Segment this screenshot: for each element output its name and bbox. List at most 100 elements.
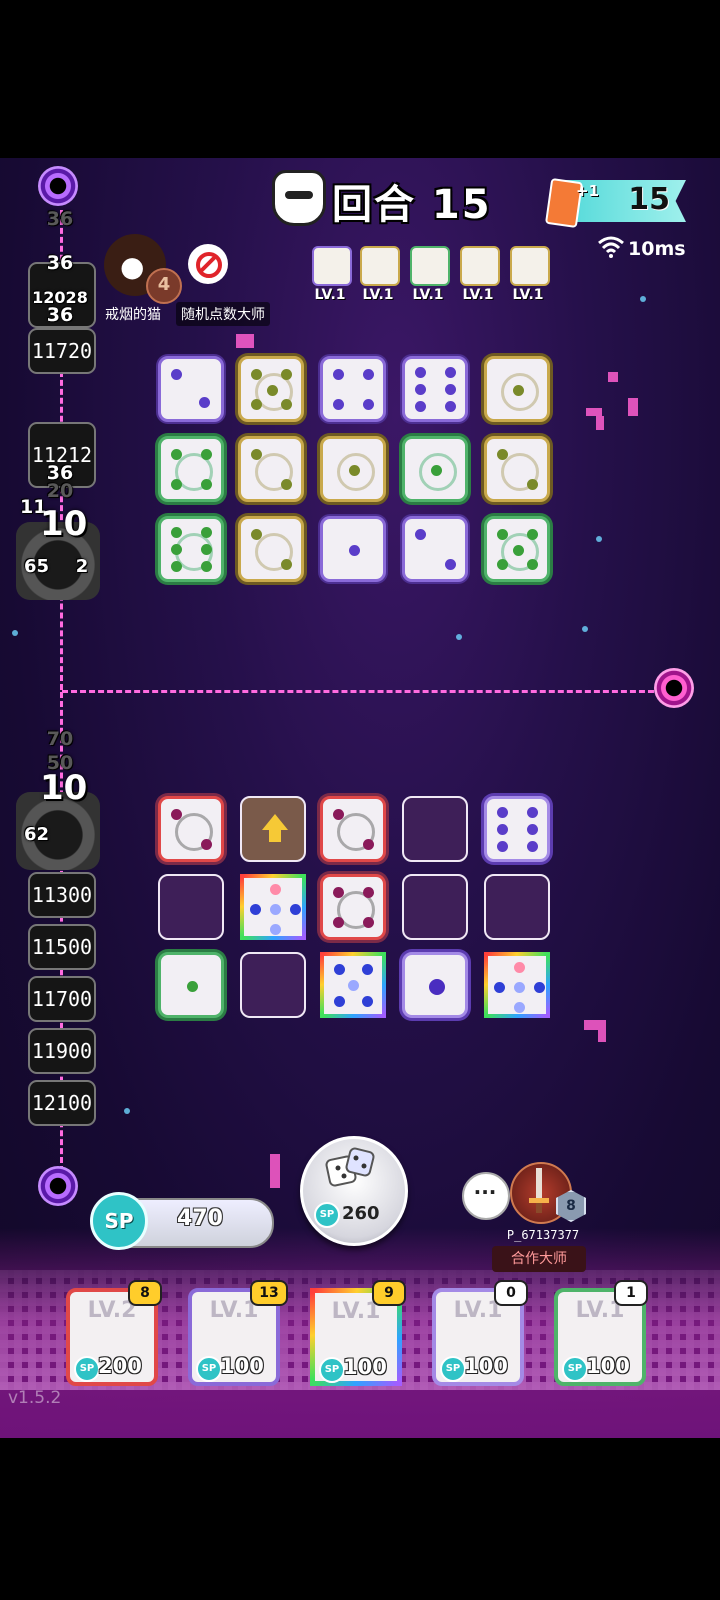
deco-square [596,416,604,430]
opponent-die [402,516,468,582]
roll-cost: 260 [342,1203,380,1224]
opponent-deck-lv-3: LV.1 [412,287,444,303]
deco-square [628,398,638,416]
empty-slot[interactable] [158,874,224,940]
deco-square [598,1030,606,1042]
player-die[interactable] [158,952,224,1018]
deck-card-count: 13 [250,1280,288,1306]
sp-value: 470 [177,1206,223,1231]
boss-mask-icon [272,170,326,226]
sp-small-icon: SP [196,1356,222,1382]
opponent-die [158,436,224,502]
apple-icon: ● [120,250,145,283]
deck-card-cost: 100 [220,1354,264,1378]
enemy-hp: 11700 [28,976,96,1022]
opponent-rank-badge: 4 [146,268,182,304]
opponent-deck-lv-5: LV.1 [512,287,544,303]
card-count: 15 [628,182,670,217]
coop-title-badge: 合作大师 [492,1246,586,1272]
player-die[interactable] [320,952,386,1018]
upgrade-slot[interactable] [240,796,306,862]
chat-dots-icon: ··· [473,1180,497,1204]
empty-slot[interactable] [402,796,468,862]
spawn-portal-icon [38,166,78,206]
opponent-die [238,516,304,582]
opponent-die [238,356,304,422]
opponent-deck-lv-1: LV.1 [314,287,346,303]
player-die[interactable] [240,874,306,940]
sp-small-icon: SP [440,1356,466,1382]
enemy-wave-ghost: 36 [46,208,74,230]
ping-readout: 10ms [628,238,686,260]
opponent-mode-tag: 随机点数大师 [176,302,270,326]
deck-card-cost: 100 [464,1354,508,1378]
opponent-die [484,516,550,582]
card-plus: +1 [576,182,600,200]
opponent-name: 戒烟的猫 [105,307,161,323]
opponent-die [484,356,550,422]
deco-square [608,372,618,382]
enemy-wave-ghost: 70 [46,728,74,750]
empty-slot[interactable] [240,952,306,1018]
opponent-deck-die-3 [410,246,450,286]
player-die[interactable] [320,874,386,940]
deck-card-count: 9 [372,1280,406,1306]
opponent-die [158,516,224,582]
opponent-die [158,356,224,422]
opponent-deck-die-4 [460,246,500,286]
enemy-hp: 11900 [28,1028,96,1074]
deck-card-count: 1 [614,1280,648,1306]
version-label: v1.5.2 [8,1388,62,1408]
enemy-wave: 36 [46,252,74,274]
deck-card-count: 0 [494,1280,528,1306]
sp-small-icon: SP [319,1357,345,1383]
deck-card-cost: 200 [98,1354,142,1378]
deco-star [456,634,462,640]
deco-star [596,536,602,542]
opponent-deck-lv-2: LV.1 [362,287,394,303]
deco-star [640,296,646,302]
deco-star [124,1108,130,1114]
enemy-wave: 36 [46,304,74,326]
deck-card-cost: 100 [586,1354,630,1378]
player-die[interactable] [158,796,224,862]
enemy-hp: 11500 [28,924,96,970]
opponent-die [320,436,386,502]
opponent-die [402,356,468,422]
opponent-deck-die-5 [510,246,550,286]
player-die[interactable] [402,952,468,1018]
deck-card-count: 8 [128,1280,162,1306]
deco-square [236,334,254,348]
dice-icon [325,1147,375,1187]
arrow-up-icon [262,814,288,842]
wifi-icon [598,236,624,258]
deco-square [270,1154,280,1188]
deco-star [12,630,18,636]
enemy-hp: 11720 [28,328,96,374]
player-die[interactable] [484,952,550,1018]
enemy-hp: 11300 [28,872,96,918]
sp-small-icon: SP [562,1356,588,1382]
sp-small-icon: SP [74,1356,100,1382]
deco-star [582,626,588,632]
exit-portal-icon [38,1166,78,1206]
empty-slot[interactable] [484,874,550,940]
opponent-deck-die-2 [360,246,400,286]
boss-wave: 10 [40,504,88,544]
empty-slot[interactable] [402,874,468,940]
deck-card-cost: 100 [343,1355,387,1379]
player-die[interactable] [320,796,386,862]
enemy-hp: 12100 [28,1080,96,1126]
prohibited-icon[interactable] [188,244,228,284]
boss-hp: 62 [24,824,50,845]
opponent-deck-die-1 [312,246,352,286]
player-die[interactable] [484,796,550,862]
opponent-die [402,436,468,502]
opponent-die [238,436,304,502]
opponent-deck-lv-4: LV.1 [462,287,494,303]
deco-square [586,408,602,416]
opponent-die [484,436,550,502]
round-counter: 回合 15 [332,182,492,228]
boss-wave: 10 [40,768,88,808]
enemy-path-mid [62,690,672,693]
